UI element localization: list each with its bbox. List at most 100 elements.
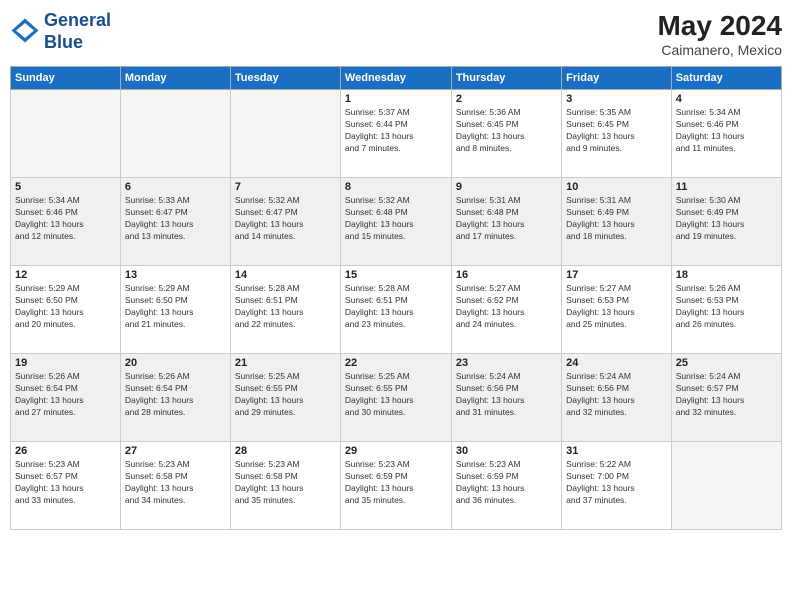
calendar-week-row: 19 Sunrise: 5:26 AM Sunset: 6:54 PM Dayli… bbox=[11, 354, 782, 442]
day-info: Sunrise: 5:23 AM Sunset: 6:57 PM Dayligh… bbox=[15, 459, 116, 507]
table-row: 14 Sunrise: 5:28 AM Sunset: 6:51 PM Dayli… bbox=[230, 266, 340, 354]
logo-icon bbox=[10, 17, 40, 47]
table-row: 4 Sunrise: 5:34 AM Sunset: 6:46 PM Daylig… bbox=[671, 90, 781, 178]
table-row: 7Sunrise: 5:32 AM Sunset: 6:47 PM Daylig… bbox=[230, 178, 340, 266]
day-info: Sunrise: 5:23 AM Sunset: 6:58 PM Dayligh… bbox=[235, 459, 336, 507]
table-row: 31 Sunrise: 5:22 AM Sunset: 7:00 PM Dayli… bbox=[562, 442, 672, 530]
calendar-week-row: 12 Sunrise: 5:29 AM Sunset: 6:50 PM Dayli… bbox=[11, 266, 782, 354]
table-row: 12 Sunrise: 5:29 AM Sunset: 6:50 PM Dayli… bbox=[11, 266, 121, 354]
day-number: 1 bbox=[345, 93, 447, 105]
day-number: 6 bbox=[125, 181, 226, 193]
day-number: 8 bbox=[345, 181, 447, 193]
header: General Blue May 2024 Caimanero, Mexico bbox=[10, 10, 782, 58]
table-row: 26 Sunrise: 5:23 AM Sunset: 6:57 PM Dayli… bbox=[11, 442, 121, 530]
day-number: 30 bbox=[456, 445, 557, 457]
day-number: 10 bbox=[566, 181, 667, 193]
calendar-week-row: 5 Sunrise: 5:34 AM Sunset: 6:46 PM Daylig… bbox=[11, 178, 782, 266]
calendar-week-row: 1Sunrise: 5:37 AM Sunset: 6:44 PM Daylig… bbox=[11, 90, 782, 178]
day-number: 24 bbox=[566, 357, 667, 369]
day-info: Sunrise: 5:24 AM Sunset: 6:57 PM Dayligh… bbox=[676, 371, 777, 419]
day-info: Sunrise: 5:30 AM Sunset: 6:49 PM Dayligh… bbox=[676, 195, 777, 243]
col-saturday: Saturday bbox=[671, 67, 781, 90]
day-info: Sunrise: 5:26 AM Sunset: 6:53 PM Dayligh… bbox=[676, 283, 777, 331]
col-sunday: Sunday bbox=[11, 67, 121, 90]
day-info: Sunrise: 5:25 AM Sunset: 6:55 PM Dayligh… bbox=[345, 371, 447, 419]
table-row bbox=[11, 90, 121, 178]
day-info: Sunrise: 5:23 AM Sunset: 6:58 PM Dayligh… bbox=[125, 459, 226, 507]
day-number: 29 bbox=[345, 445, 447, 457]
table-row: 16 Sunrise: 5:27 AM Sunset: 6:52 PM Dayli… bbox=[451, 266, 561, 354]
month-year: May 2024 bbox=[657, 10, 782, 42]
table-row: 30Sunrise: 5:23 AM Sunset: 6:59 PM Dayli… bbox=[451, 442, 561, 530]
day-number: 21 bbox=[235, 357, 336, 369]
table-row: 18 Sunrise: 5:26 AM Sunset: 6:53 PM Dayli… bbox=[671, 266, 781, 354]
day-number: 16 bbox=[456, 269, 557, 281]
day-info: Sunrise: 5:26 AM Sunset: 6:54 PM Dayligh… bbox=[125, 371, 226, 419]
day-number: 4 bbox=[676, 93, 777, 105]
day-info: Sunrise: 5:22 AM Sunset: 7:00 PM Dayligh… bbox=[566, 459, 667, 507]
col-tuesday: Tuesday bbox=[230, 67, 340, 90]
table-row: 10 Sunrise: 5:31 AM Sunset: 6:49 PM Dayli… bbox=[562, 178, 672, 266]
day-info: Sunrise: 5:29 AM Sunset: 6:50 PM Dayligh… bbox=[125, 283, 226, 331]
day-number: 31 bbox=[566, 445, 667, 457]
day-number: 19 bbox=[15, 357, 116, 369]
logo: General Blue bbox=[10, 10, 111, 53]
day-number: 13 bbox=[125, 269, 226, 281]
day-number: 17 bbox=[566, 269, 667, 281]
day-info: Sunrise: 5:28 AM Sunset: 6:51 PM Dayligh… bbox=[235, 283, 336, 331]
col-friday: Friday bbox=[562, 67, 672, 90]
table-row: 23Sunrise: 5:24 AM Sunset: 6:56 PM Dayli… bbox=[451, 354, 561, 442]
table-row bbox=[671, 442, 781, 530]
day-info: Sunrise: 5:31 AM Sunset: 6:49 PM Dayligh… bbox=[566, 195, 667, 243]
day-number: 11 bbox=[676, 181, 777, 193]
table-row: 20 Sunrise: 5:26 AM Sunset: 6:54 PM Dayli… bbox=[120, 354, 230, 442]
col-monday: Monday bbox=[120, 67, 230, 90]
table-row: 19 Sunrise: 5:26 AM Sunset: 6:54 PM Dayli… bbox=[11, 354, 121, 442]
day-number: 26 bbox=[15, 445, 116, 457]
table-row: 8 Sunrise: 5:32 AM Sunset: 6:48 PM Daylig… bbox=[340, 178, 451, 266]
day-number: 28 bbox=[235, 445, 336, 457]
day-info: Sunrise: 5:32 AM Sunset: 6:48 PM Dayligh… bbox=[345, 195, 447, 243]
day-number: 14 bbox=[235, 269, 336, 281]
day-number: 23 bbox=[456, 357, 557, 369]
day-number: 3 bbox=[566, 93, 667, 105]
day-info: Sunrise: 5:27 AM Sunset: 6:52 PM Dayligh… bbox=[456, 283, 557, 331]
day-info: Sunrise: 5:34 AM Sunset: 6:46 PM Dayligh… bbox=[676, 107, 777, 155]
page-container: General Blue May 2024 Caimanero, Mexico … bbox=[0, 0, 792, 612]
table-row: 3Sunrise: 5:35 AM Sunset: 6:45 PM Daylig… bbox=[562, 90, 672, 178]
table-row: 24Sunrise: 5:24 AM Sunset: 6:56 PM Dayli… bbox=[562, 354, 672, 442]
calendar-header-row: Sunday Monday Tuesday Wednesday Thursday… bbox=[11, 67, 782, 90]
logo-line2: Blue bbox=[44, 32, 111, 54]
table-row: 28 Sunrise: 5:23 AM Sunset: 6:58 PM Dayli… bbox=[230, 442, 340, 530]
day-number: 25 bbox=[676, 357, 777, 369]
day-number: 18 bbox=[676, 269, 777, 281]
col-thursday: Thursday bbox=[451, 67, 561, 90]
day-info: Sunrise: 5:29 AM Sunset: 6:50 PM Dayligh… bbox=[15, 283, 116, 331]
logo-text: General Blue bbox=[44, 10, 111, 53]
table-row: 5 Sunrise: 5:34 AM Sunset: 6:46 PM Daylig… bbox=[11, 178, 121, 266]
table-row: 1Sunrise: 5:37 AM Sunset: 6:44 PM Daylig… bbox=[340, 90, 451, 178]
table-row: 11 Sunrise: 5:30 AM Sunset: 6:49 PM Dayli… bbox=[671, 178, 781, 266]
location: Caimanero, Mexico bbox=[657, 42, 782, 58]
day-number: 12 bbox=[15, 269, 116, 281]
table-row: 27Sunrise: 5:23 AM Sunset: 6:58 PM Dayli… bbox=[120, 442, 230, 530]
day-info: Sunrise: 5:34 AM Sunset: 6:46 PM Dayligh… bbox=[15, 195, 116, 243]
day-info: Sunrise: 5:23 AM Sunset: 6:59 PM Dayligh… bbox=[345, 459, 447, 507]
table-row: 13 Sunrise: 5:29 AM Sunset: 6:50 PM Dayli… bbox=[120, 266, 230, 354]
day-info: Sunrise: 5:26 AM Sunset: 6:54 PM Dayligh… bbox=[15, 371, 116, 419]
day-info: Sunrise: 5:33 AM Sunset: 6:47 PM Dayligh… bbox=[125, 195, 226, 243]
calendar-week-row: 26 Sunrise: 5:23 AM Sunset: 6:57 PM Dayli… bbox=[11, 442, 782, 530]
col-wednesday: Wednesday bbox=[340, 67, 451, 90]
title-area: May 2024 Caimanero, Mexico bbox=[657, 10, 782, 58]
day-number: 15 bbox=[345, 269, 447, 281]
table-row: 6 Sunrise: 5:33 AM Sunset: 6:47 PM Daylig… bbox=[120, 178, 230, 266]
day-info: Sunrise: 5:25 AM Sunset: 6:55 PM Dayligh… bbox=[235, 371, 336, 419]
logo-line1: General bbox=[44, 10, 111, 32]
day-number: 5 bbox=[15, 181, 116, 193]
table-row: 9Sunrise: 5:31 AM Sunset: 6:48 PM Daylig… bbox=[451, 178, 561, 266]
table-row bbox=[120, 90, 230, 178]
day-number: 22 bbox=[345, 357, 447, 369]
day-number: 20 bbox=[125, 357, 226, 369]
day-number: 7 bbox=[235, 181, 336, 193]
table-row: 22 Sunrise: 5:25 AM Sunset: 6:55 PM Dayli… bbox=[340, 354, 451, 442]
